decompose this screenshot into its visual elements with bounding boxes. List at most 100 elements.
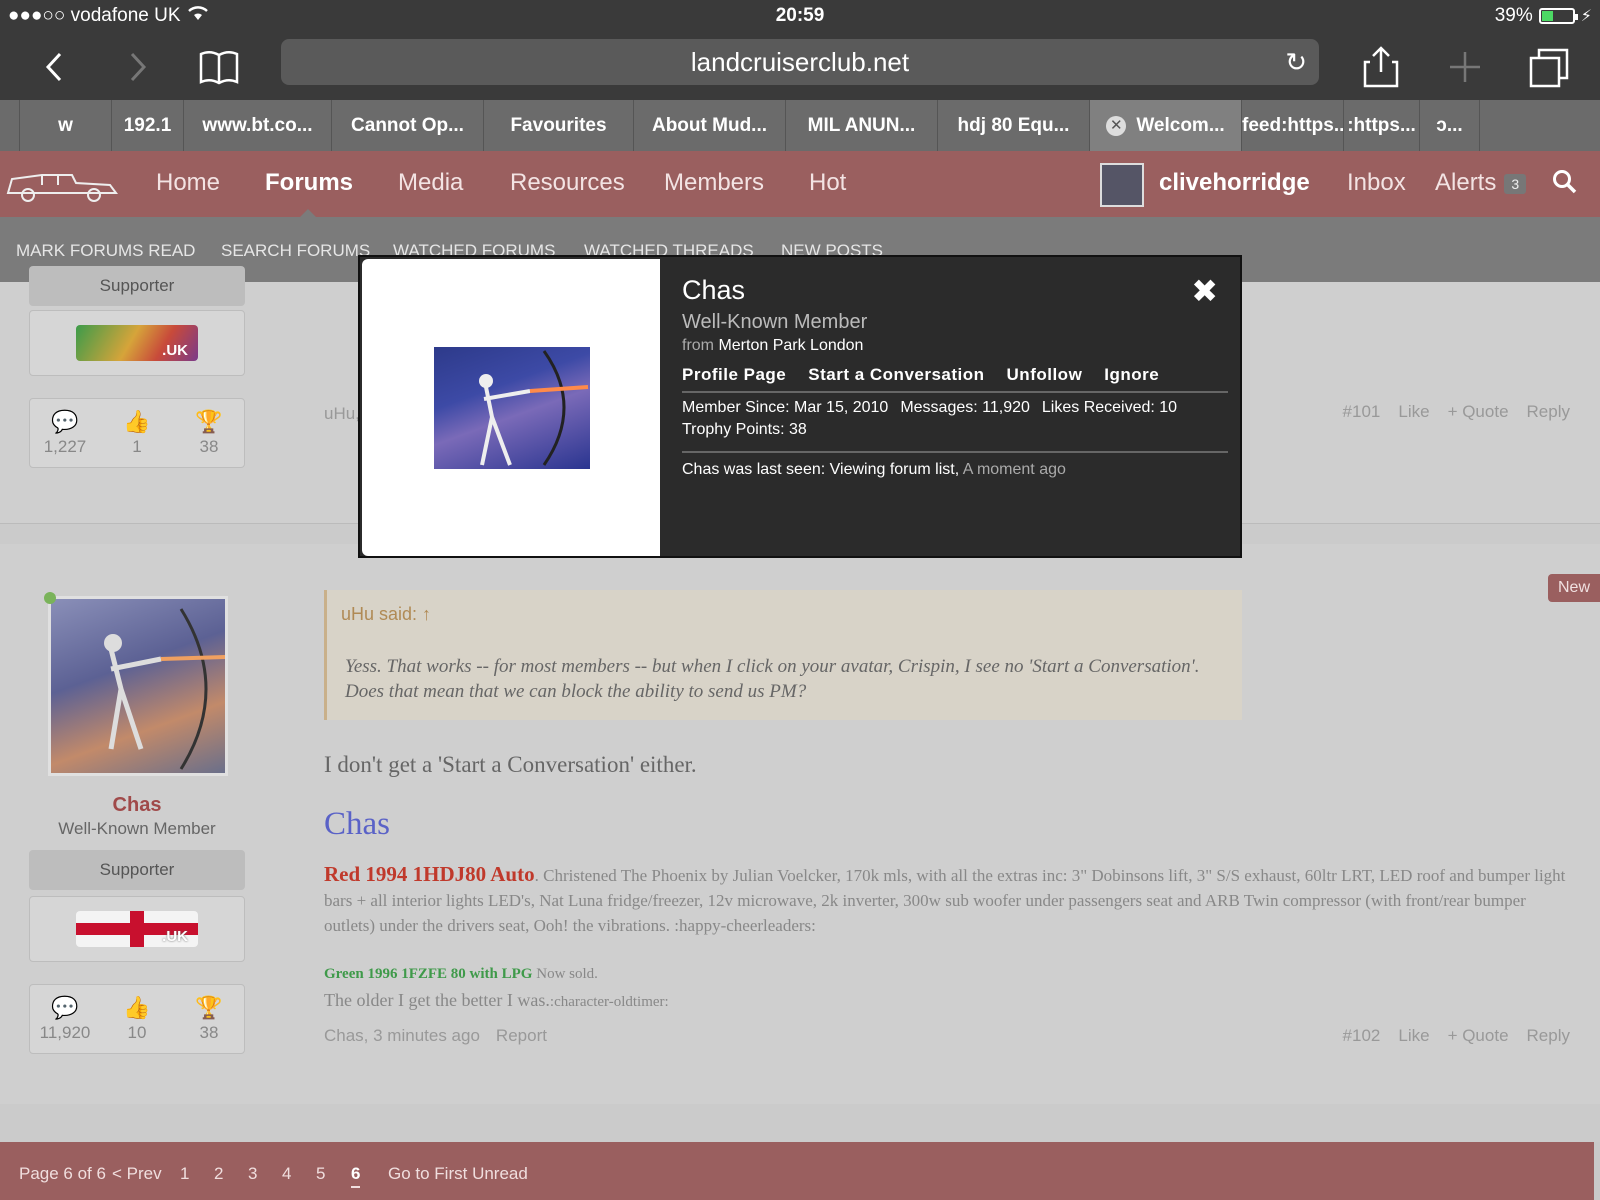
reload-icon[interactable]: ↻ [1285,39,1307,85]
quote-link[interactable]: + Quote [1448,1026,1509,1046]
address-bar[interactable]: landcruiserclub.net ↻ [281,39,1319,85]
close-icon[interactable]: ✖ [1191,275,1218,307]
nav-forums[interactable]: Forums [265,169,353,197]
page-link-2[interactable]: 2 [214,1164,223,1184]
signature-older-text: The older I get the better I was. [324,990,550,1010]
tab-active[interactable]: ✕ Welcom... [1090,100,1242,151]
popup-location: from Merton Park London [682,337,863,355]
post-number[interactable]: #102 [1343,1026,1381,1046]
likes-count: 1 [132,437,142,456]
nav-username[interactable]: clivehorridge [1159,169,1310,197]
messages-stat: 💬 11,920 [30,995,100,1043]
back-icon[interactable] [32,44,78,90]
flag-card: .UK [29,896,245,962]
nav-media[interactable]: Media [398,169,463,197]
reply-link[interactable]: Reply [1527,1026,1570,1046]
nav-resources[interactable]: Resources [510,169,625,197]
like-link[interactable]: Like [1398,402,1429,422]
post-author-time[interactable]: Chas, 3 minutes ago [324,1026,480,1046]
page-label: Page 6 of 6 [19,1164,106,1183]
battery-percent: 39% [1494,5,1533,26]
browser-tab[interactable]: About Mud... [634,100,786,151]
popup-location-value[interactable]: Merton Park London [718,337,863,354]
browser-tab[interactable]: Cannot Op... [332,100,484,151]
bookmarks-icon[interactable] [196,44,242,90]
subnav-mark-read[interactable]: MARK FORUMS READ [16,241,195,261]
browser-tab[interactable]: :https... [1344,100,1420,151]
post-author-link[interactable]: uHu, [324,404,360,424]
page-link-current[interactable]: 6 [351,1164,361,1188]
alerts-count-badge: 3 [1504,173,1527,194]
popup-member-name[interactable]: Chas [682,275,745,306]
popup-actions: Profile Page Start a Conversation Unfoll… [682,365,1228,393]
nav-home[interactable]: Home [156,169,220,197]
ignore-link[interactable]: Ignore [1104,365,1159,391]
browser-tab[interactable]: w [20,100,112,151]
trophy-stat: 🏆 38 [174,995,244,1043]
nav-members[interactable]: Members [664,169,764,197]
popup-info-panel: Chas ✖ Well-Known Member from Merton Par… [660,257,1240,556]
prev-page-link[interactable]: < Prev [112,1164,162,1184]
popup-last-seen: Chas was last seen: Viewing forum list, … [682,461,1066,479]
signature-older-line: The older I get the better I was.:charac… [324,990,669,1011]
poster-avatar[interactable] [48,596,228,776]
flag-card: .UK [29,310,245,376]
likes-received: Likes Received: 10 [1041,399,1178,416]
tab-label: w [58,115,73,136]
likes-count: 10 [127,1023,147,1042]
subnav-search[interactable]: SEARCH FORUMS [221,241,370,261]
clock: 20:59 [775,5,825,26]
new-badge: New [1547,574,1600,602]
charging-icon: ⚡ [1580,8,1592,25]
nav-inbox[interactable]: Inbox [1347,169,1406,197]
tab-strip: w 192.1 www.bt.co... Cannot Op... Favourites… [0,100,1600,151]
popup-avatar[interactable] [434,347,590,469]
page-link-3[interactable]: 3 [248,1164,257,1184]
reply-link[interactable]: Reply [1527,402,1570,422]
share-icon[interactable] [1358,44,1404,90]
like-link[interactable]: Like [1398,1026,1429,1046]
url-text: landcruiserclub.net [690,47,910,77]
report-link[interactable]: Report [496,1026,547,1046]
browser-tab[interactable]: 192.1 [112,100,184,151]
status-bar: ●●●○○ vodafone UK 20:59 39% ⚡ [0,0,1600,34]
search-icon[interactable] [1552,169,1578,202]
user-avatar[interactable] [1100,163,1144,207]
unfollow-link[interactable]: Unfollow [1007,365,1083,391]
poster-name[interactable]: Chas [29,794,245,817]
quote-attribution[interactable]: uHu said: ↑ [341,604,431,625]
start-conversation-link[interactable]: Start a Conversation [808,365,984,391]
browser-tab[interactable]: ɔ... [1420,100,1480,151]
tab-label: Welcom... [1136,115,1225,136]
page-link-4[interactable]: 4 [282,1164,291,1184]
quote-link[interactable]: + Quote [1448,402,1509,422]
page-link-1[interactable]: 1 [180,1164,189,1184]
post-number[interactable]: #101 [1343,402,1381,422]
profile-page-link[interactable]: Profile Page [682,365,786,391]
first-unread-link[interactable]: Go to First Unread [388,1164,528,1184]
nav-alerts[interactable]: Alerts 3 [1435,169,1527,197]
post-footer: Chas, 3 minutes ago Report [324,1026,547,1046]
site-logo[interactable] [2,165,122,205]
battery-icon [1538,8,1578,24]
post-actions: #101 Like + Quote Reply [1343,402,1570,422]
page-link-5[interactable]: 5 [316,1164,325,1184]
new-tab-icon[interactable] [1442,44,1488,90]
tab-label: ɔ... [1436,115,1463,136]
browser-tab[interactable]: Favourites [484,100,634,151]
trophy-count: 38 [199,437,219,456]
browser-tab[interactable]: hdj 80 Equ... [938,100,1090,151]
tabs-icon[interactable] [1526,44,1572,90]
tab-close-icon[interactable]: ✕ [1106,115,1127,136]
popup-member-title: Well-Known Member [682,311,868,333]
nav-hot[interactable]: Hot [809,169,846,197]
browser-tab[interactable]: www.bt.co... [184,100,332,151]
browser-tab[interactable]: MIL ANUN... [786,100,938,151]
browser-tab[interactable]: feed:https... [1242,100,1344,151]
user-stats-card: 💬 1,227 👍 1 🏆 38 [29,398,245,468]
comments-icon: 💬 [51,995,79,1020]
nav-active-indicator [300,209,316,217]
thumbs-up-icon: 👍 [123,995,151,1020]
forward-icon[interactable] [114,44,160,90]
online-indicator [44,592,56,604]
